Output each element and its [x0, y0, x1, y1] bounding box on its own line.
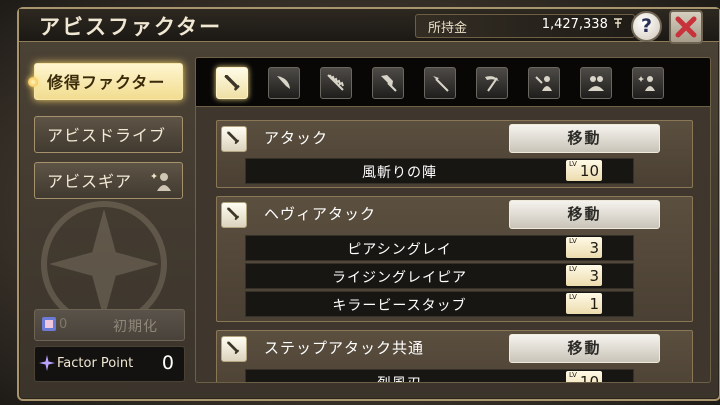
skill-row[interactable]: 烈風刃 LV 10	[245, 369, 634, 383]
tab-scythe[interactable]	[476, 67, 508, 99]
tab-sword[interactable]	[216, 67, 248, 99]
move-button[interactable]: 移動	[509, 334, 660, 363]
tab-party[interactable]	[580, 67, 612, 99]
level-value: 3	[589, 239, 599, 257]
group-title: アタック	[264, 129, 329, 147]
group-header: ステップアタック共通 移動	[217, 331, 692, 365]
menu-abyss-gear-label: アビスギア	[47, 172, 133, 191]
group-weapon-icon	[221, 126, 247, 152]
sword-icon	[226, 341, 240, 355]
reset-item-icon	[42, 317, 56, 331]
scythe-icon	[485, 76, 499, 92]
level-value: 10	[579, 373, 599, 383]
reset-item-count: 0	[59, 317, 68, 332]
title-bar: アビスファクター 所持金 1,427,338 ?	[19, 9, 719, 44]
level-badge: LV 10	[566, 160, 602, 181]
group-header: ヘヴィアタック 移動	[217, 197, 692, 231]
money-value: 1,427,338	[542, 17, 624, 32]
skill-row[interactable]: ピアシングレイ LV 3	[245, 235, 634, 261]
level-tag: LV	[569, 371, 577, 379]
level-badge: LV 10	[566, 371, 602, 383]
single-character-icon	[638, 76, 655, 91]
menu-acquired-factor[interactable]: 修得ファクター	[28, 63, 183, 100]
factor-group-heavy-attack: ヘヴィアタック 移動 ピアシングレイ LV 3 ライジングレイピア LV 3 キ…	[216, 196, 693, 322]
factor-group-step-attack: ステップアタック共通 移動 烈風刃 LV 10	[216, 330, 693, 383]
group-weapon-icon	[221, 202, 247, 228]
tab-axe[interactable]	[372, 67, 404, 99]
level-tag: LV	[569, 160, 577, 168]
tab-knife[interactable]	[268, 67, 300, 99]
level-tag: LV	[569, 265, 577, 273]
close-icon	[675, 16, 697, 38]
character-icon	[535, 76, 552, 91]
sword-icon	[226, 131, 240, 145]
tab-saw[interactable]	[320, 67, 352, 99]
skill-name: 烈風刃	[246, 373, 553, 382]
level-tag: LV	[569, 293, 577, 301]
tab-character[interactable]	[528, 67, 560, 99]
currency-icon	[614, 18, 622, 28]
money-label: 所持金	[428, 21, 468, 36]
tab-single-character[interactable]	[632, 67, 664, 99]
skill-name: キラービースタッブ	[332, 298, 467, 314]
level-badge: LV 1	[566, 293, 602, 314]
help-button[interactable]: ?	[631, 11, 662, 42]
level-value: 10	[579, 162, 599, 180]
reset-button[interactable]: 0 初期化	[34, 309, 185, 341]
level-tag: LV	[569, 237, 577, 245]
skill-name: ピアシングレイ	[347, 242, 452, 258]
page-title: アビスファクター	[39, 15, 223, 39]
skill-row[interactable]: 風斬りの陣 LV 10	[245, 158, 634, 184]
money-display: 所持金 1,427,338	[415, 14, 635, 38]
menu-abyss-gear[interactable]: アビスギア	[34, 162, 183, 199]
sparkle-character-icon	[151, 173, 171, 191]
party-icon	[588, 76, 604, 91]
knife-icon	[277, 76, 290, 89]
level-badge: LV 3	[566, 265, 602, 286]
close-button[interactable]	[669, 10, 703, 44]
factor-point-label: Factor Point	[57, 356, 134, 371]
factor-list-panel: アタック 移動 風斬りの陣 LV 10 ヘヴィアタック 移動 ピアシングレイ L…	[195, 57, 711, 383]
level-value: 1	[589, 295, 599, 313]
sword-icon	[224, 75, 240, 91]
tab-spear[interactable]	[424, 67, 456, 99]
menu-abyss-drive[interactable]: アビスドライブ	[34, 116, 183, 153]
group-title: ヘヴィアタック	[264, 205, 377, 223]
saw-blade-icon	[327, 74, 344, 91]
factor-point-value: 0	[161, 352, 174, 374]
move-button[interactable]: 移動	[509, 124, 660, 153]
axe-icon	[381, 75, 397, 92]
skill-name: ライジングレイピア	[332, 270, 467, 286]
factor-group-attack: アタック 移動 風斬りの陣 LV 10	[216, 120, 693, 188]
group-header: アタック 移動	[217, 121, 692, 155]
reset-label: 初期化	[113, 319, 158, 335]
factor-point-icon	[39, 355, 55, 371]
group-title: ステップアタック共通	[264, 339, 425, 357]
level-value: 3	[589, 267, 599, 285]
skill-row[interactable]: キラービースタッブ LV 1	[245, 291, 634, 317]
move-button[interactable]: 移動	[509, 200, 660, 229]
group-weapon-icon	[221, 336, 247, 362]
level-badge: LV 3	[566, 237, 602, 258]
spear-icon	[433, 76, 449, 92]
weapon-tab-bar	[196, 58, 710, 107]
skill-row[interactable]: ライジングレイピア LV 3	[245, 263, 634, 289]
skill-name: 風斬りの陣	[362, 165, 437, 181]
factor-point-box: Factor Point 0	[34, 346, 185, 382]
abyss-factor-window: アビスファクター 所持金 1,427,338 ? 修得ファクター アビスドライブ…	[17, 7, 720, 401]
sword-icon	[226, 207, 240, 221]
